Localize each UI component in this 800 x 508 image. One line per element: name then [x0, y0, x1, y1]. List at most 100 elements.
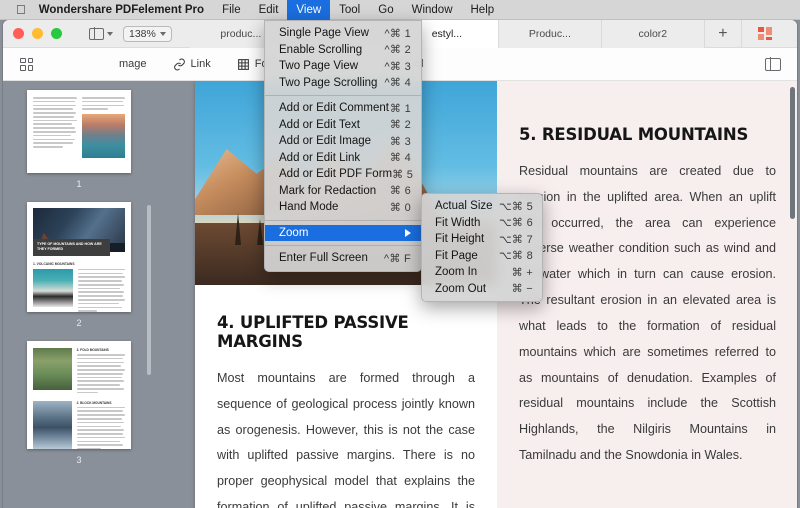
submenu-item-label: Fit Page [435, 249, 478, 262]
thumbnail-page-number: 2 [76, 318, 82, 328]
thumbnail-sidebar[interactable]: 1 TYPE OF MOUNTAINS AND HOW ARE THEY FOR… [3, 81, 155, 508]
tab-label: estyl... [431, 27, 463, 40]
menu-item-label: Two Page Scrolling [279, 76, 378, 89]
extension-grid-icon[interactable] [757, 27, 772, 40]
menu-separator [265, 95, 421, 96]
section-heading-4: 4. UPLIFTED PASSIVE MARGINS [217, 313, 409, 351]
submenu-item-shortcut: ⌥⌘ 7 [498, 233, 533, 246]
menu-item-add-or-edit-text[interactable]: Add or Edit Text ⌘ 2 [265, 117, 421, 134]
thumb-heading: 3. FOLD MOUNTAINS [76, 348, 109, 352]
document-scrollbar[interactable] [790, 87, 795, 507]
apple-icon[interactable]:  [16, 3, 26, 16]
menu-help[interactable]: Help [462, 0, 504, 20]
submenu-item-zoom-out[interactable]: Zoom Out ⌘ − [422, 281, 542, 298]
section-body-4: Most mountains are formed through a sequ… [217, 371, 475, 508]
menu-item-add-or-edit-comment[interactable]: Add or Edit Comment ⌘ 1 [265, 100, 421, 117]
menu-item-label: Add or Edit PDF Form [279, 168, 393, 181]
menu-window[interactable]: Window [403, 0, 462, 20]
new-tab-button[interactable]: + [705, 20, 742, 48]
thumb-image [33, 268, 74, 307]
thumb-image [33, 348, 72, 390]
maximize-button[interactable] [51, 28, 62, 39]
menu-item-label: Zoom [279, 226, 309, 239]
menu-item-label: Add or Edit Comment [279, 102, 389, 115]
thumbnail-page-1[interactable] [27, 90, 131, 173]
zoom-level-control[interactable]: 138% [123, 25, 172, 42]
ribbon-image-tool[interactable]: mage [119, 58, 147, 70]
menu-item-mark-for-redaction[interactable]: Mark for Redaction ⌘ 6 [265, 183, 421, 200]
menu-item-shortcut: ^⌘ 3 [384, 60, 411, 73]
thumbnail-grid-icon[interactable] [20, 57, 33, 71]
submenu-item-fit-width[interactable]: Fit Width ⌥⌘ 6 [422, 215, 542, 232]
menu-item-shortcut: ⌘ 4 [389, 152, 411, 165]
menu-item-shortcut: ^⌘ 4 [384, 77, 411, 90]
app-name-menu[interactable]: Wondershare PDFelement Pro [39, 0, 213, 20]
menu-view[interactable]: View [287, 0, 331, 20]
menu-item-shortcut: ⌘ 6 [389, 185, 411, 198]
chevron-down-icon [159, 31, 166, 36]
menu-item-label: Add or Edit Image [279, 135, 372, 148]
close-button[interactable] [13, 28, 24, 39]
submenu-item-shortcut: ⌘ + [511, 266, 533, 279]
menu-item-zoom[interactable]: Zoom [265, 224, 421, 241]
submenu-item-fit-height[interactable]: Fit Height ⌥⌘ 7 [422, 231, 542, 248]
menu-edit[interactable]: Edit [250, 0, 288, 20]
thumb-title-band: TYPE OF MOUNTAINS AND HOW ARE THEY FORME… [33, 239, 111, 256]
thumb-image [81, 113, 125, 158]
menu-item-two-page-scrolling[interactable]: Two Page Scrolling ^⌘ 4 [265, 75, 421, 92]
form-icon [237, 58, 249, 70]
submenu-item-zoom-in[interactable]: Zoom In ⌘ + [422, 264, 542, 281]
thumbnail-scrollbar[interactable] [147, 123, 153, 508]
thumb-image [33, 400, 72, 449]
menu-item-shortcut: ⌘ 2 [389, 119, 411, 132]
submenu-item-label: Fit Width [435, 216, 481, 229]
menu-item-label: Add or Edit Link [279, 151, 361, 164]
menu-item-label: Enable Scrolling [279, 43, 363, 56]
traffic-lights [3, 28, 62, 39]
tab-color2[interactable]: color2 [601, 20, 705, 48]
tab-produc2[interactable]: Produc... [498, 20, 602, 48]
titlebar-right-controls [742, 24, 797, 43]
menu-file[interactable]: File [213, 0, 250, 20]
menu-item-shortcut: ⌘ 3 [389, 135, 411, 148]
menu-item-add-or-edit-image[interactable]: Add or Edit Image ⌘ 3 [265, 133, 421, 150]
menu-item-enable-scrolling[interactable]: Enable Scrolling ^⌘ 2 [265, 42, 421, 59]
thumbnail-page-number: 1 [76, 179, 82, 189]
menu-item-single-page-view[interactable]: Single Page View ^⌘ 1 [265, 25, 421, 42]
zoom-level-value: 138% [129, 27, 156, 40]
submenu-item-shortcut: ⌘ − [511, 283, 533, 296]
thumb-heading: 2. BLOCK MOUNTAINS [76, 400, 112, 405]
thumb-text-block [33, 97, 77, 166]
menu-item-shortcut: ⌘ 1 [389, 102, 411, 115]
ribbon-link-tool[interactable]: Link [173, 58, 211, 71]
thumbnail-page-2[interactable]: TYPE OF MOUNTAINS AND HOW ARE THEY FORME… [27, 202, 131, 312]
menu-item-label: Two Page View [279, 60, 359, 73]
view-menu-dropdown: Single Page View ^⌘ 1 Enable Scrolling ^… [264, 20, 422, 272]
zoom-submenu: Actual Size ⌥⌘ 5 Fit Width ⌥⌘ 6 Fit Heig… [421, 193, 543, 302]
menu-item-add-or-edit-pdf-form[interactable]: Add or Edit PDF Form ⌘ 5 [265, 166, 421, 183]
menu-item-two-page-view[interactable]: Two Page View ^⌘ 3 [265, 58, 421, 75]
menu-item-hand-mode[interactable]: Hand Mode ⌘ 0 [265, 199, 421, 216]
thumbnail-page-3[interactable]: 3. FOLD MOUNTAINS 2. BLOCK MOUNTAINS [27, 341, 131, 449]
ribbon-tool-label: mage [119, 58, 147, 70]
submenu-item-fit-page[interactable]: Fit Page ⌥⌘ 8 [422, 248, 542, 265]
menu-tool[interactable]: Tool [330, 0, 369, 20]
menu-item-shortcut: ⌘ 0 [389, 201, 411, 214]
menu-item-shortcut: ⌘ 5 [392, 168, 414, 181]
menu-item-enter-full-screen[interactable]: Enter Full Screen ^⌘ F [265, 250, 421, 267]
titlebar-left-controls: 138% [89, 25, 172, 42]
right-panel-toggle-icon[interactable] [765, 57, 781, 71]
menu-item-shortcut: ^⌘ 2 [384, 44, 411, 57]
menu-item-label: Hand Mode [279, 201, 339, 214]
sidebar-toggle-icon[interactable] [89, 27, 113, 40]
submenu-item-actual-size[interactable]: Actual Size ⌥⌘ 5 [422, 198, 542, 215]
menu-item-label: Enter Full Screen [279, 252, 368, 265]
menu-item-shortcut: ^⌘ F [383, 252, 411, 265]
thumb-subtitle: 1. VOLCANIC MOUNTAINS [33, 261, 75, 266]
menu-go[interactable]: Go [369, 0, 402, 20]
ribbon-tool-label: Link [190, 58, 211, 70]
link-icon [173, 58, 185, 70]
submenu-item-shortcut: ⌥⌘ 6 [498, 217, 533, 230]
menu-item-add-or-edit-link[interactable]: Add or Edit Link ⌘ 4 [265, 150, 421, 167]
minimize-button[interactable] [32, 28, 43, 39]
